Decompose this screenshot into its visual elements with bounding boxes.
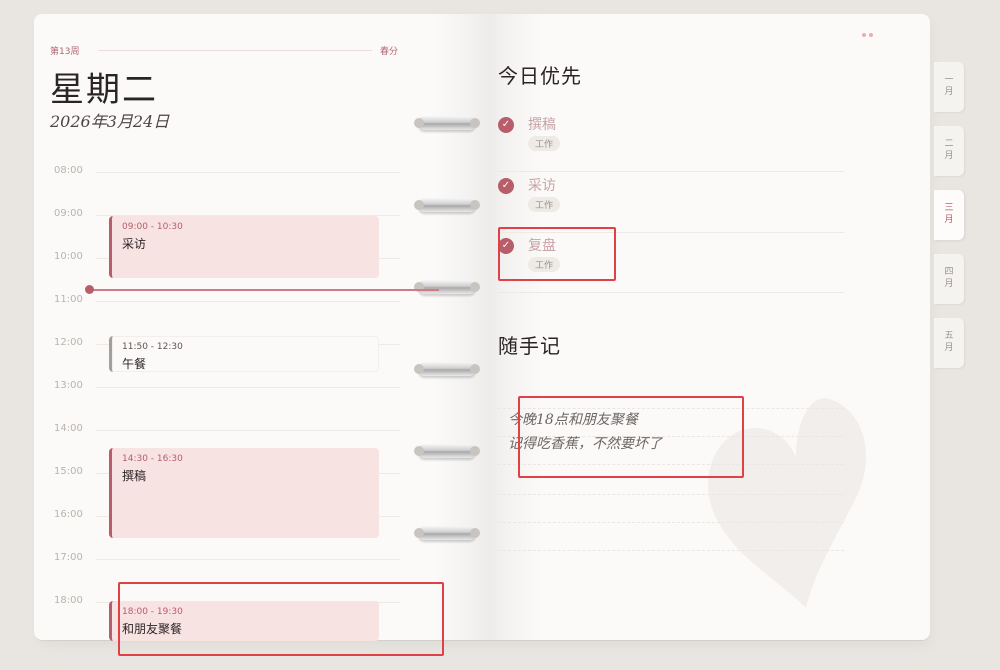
event-time: 11:50 - 12:30 xyxy=(122,342,183,352)
hour-label: 14:00 xyxy=(54,423,83,434)
priority-tag: 工作 xyxy=(528,136,561,151)
check-icon[interactable]: ✓ xyxy=(498,117,514,133)
hour-label: 11:00 xyxy=(54,294,83,305)
event-time: 18:00 - 19:30 xyxy=(122,607,183,617)
month-tab-may[interactable]: 五月 xyxy=(934,318,964,368)
binder-ring xyxy=(414,526,480,540)
weekday-title: 星期二 xyxy=(50,70,158,110)
binder-ring xyxy=(414,444,480,458)
week-row: 第13周 春分 xyxy=(50,44,398,57)
check-icon[interactable]: ✓ xyxy=(498,238,514,254)
hour-label: 12:00 xyxy=(54,337,83,348)
event-name: 午餐 xyxy=(122,357,147,371)
day-timeline[interactable]: 08:00 09:00 10:00 11:00 12:00 13:00 14:0… xyxy=(40,150,439,641)
page-dots xyxy=(862,22,878,37)
notes-text[interactable]: 今晚18点和朋友聚餐 记得吃香蕉，不然要坏了 xyxy=(508,408,662,456)
priority-tag: 工作 xyxy=(528,197,561,212)
date-title: 2026年3月24日 xyxy=(50,112,170,131)
priorities-title: 今日优先 xyxy=(498,64,582,88)
solar-term-label: 春分 xyxy=(379,47,398,57)
binder-ring xyxy=(414,280,480,294)
binder-ring xyxy=(414,362,480,376)
event-time: 14:30 - 16:30 xyxy=(122,454,183,464)
hour-row: 11:00 xyxy=(40,294,400,305)
event-name: 和朋友聚餐 xyxy=(122,622,183,636)
priority-title: 采访 xyxy=(528,178,556,194)
check-icon[interactable]: ✓ xyxy=(498,178,514,194)
event-name: 撰稿 xyxy=(122,469,147,483)
priority-item[interactable]: ✓ 撰稿 工作 xyxy=(498,114,844,172)
current-time-indicator xyxy=(85,285,439,294)
hour-label: 08:00 xyxy=(54,165,83,176)
event-name: 采访 xyxy=(122,237,147,251)
hour-label: 15:00 xyxy=(54,466,83,477)
priority-title: 复盘 xyxy=(528,238,556,254)
note-line: 今晚18点和朋友聚餐 xyxy=(508,412,638,428)
hour-row: 14:00 xyxy=(40,423,400,434)
hour-label: 18:00 xyxy=(54,595,83,606)
hour-row: 08:00 xyxy=(40,165,400,176)
month-tab-march[interactable]: 三月 xyxy=(934,190,964,240)
month-tab-label: 二月 xyxy=(944,139,954,161)
priority-tag: 工作 xyxy=(528,257,561,272)
note-line: 记得吃香蕉，不然要坏了 xyxy=(508,436,662,452)
priority-title: 撰稿 xyxy=(528,117,556,133)
week-label: 第13周 xyxy=(50,47,80,57)
month-tab-label: 一月 xyxy=(944,75,954,97)
hour-label: 16:00 xyxy=(54,509,83,520)
month-tab-label: 四月 xyxy=(944,267,954,289)
event-card[interactable]: 14:30 - 16:30 撰稿 xyxy=(109,448,379,538)
hour-label: 10:00 xyxy=(54,251,83,262)
week-divider xyxy=(98,50,372,51)
notes-title: 随手记 xyxy=(498,334,561,358)
hour-label: 09:00 xyxy=(54,208,83,219)
event-card[interactable]: 18:00 - 19:30 和朋友聚餐 xyxy=(109,601,379,641)
month-tab-label: 五月 xyxy=(944,331,954,353)
event-card[interactable]: 11:50 - 12:30 午餐 xyxy=(109,336,379,372)
current-time-dot xyxy=(85,285,94,294)
priority-item[interactable]: ✓ 采访 工作 xyxy=(498,175,844,233)
month-tab-january[interactable]: 一月 xyxy=(934,62,964,112)
event-card[interactable]: 09:00 - 10:30 采访 xyxy=(109,216,379,278)
binder-ring xyxy=(414,116,480,130)
event-time: 09:00 - 10:30 xyxy=(122,222,183,232)
hour-row: 13:00 xyxy=(40,380,400,391)
hour-row: 17:00 xyxy=(40,552,400,563)
month-tab-label: 三月 xyxy=(944,203,954,225)
hour-label: 13:00 xyxy=(54,380,83,391)
month-tab-april[interactable]: 四月 xyxy=(934,254,964,304)
month-tab-february[interactable]: 二月 xyxy=(934,126,964,176)
priority-item[interactable]: ✓ 复盘 工作 xyxy=(498,235,844,293)
binder-ring xyxy=(414,198,480,212)
hour-label: 17:00 xyxy=(54,552,83,563)
